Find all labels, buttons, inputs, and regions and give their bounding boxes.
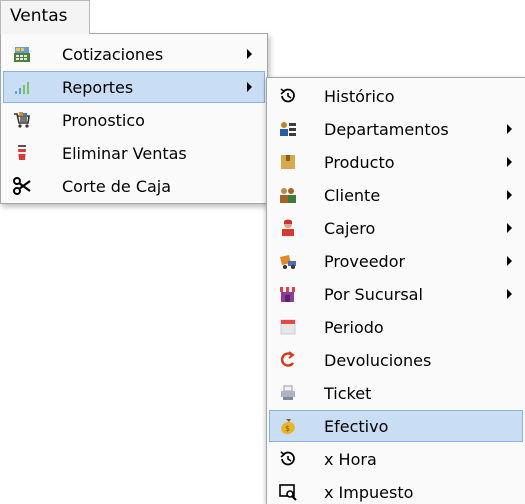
cash-register-icon — [4, 44, 40, 64]
submenu-arrow-icon — [507, 223, 512, 233]
submenu-item-label: Cliente — [324, 185, 381, 205]
menu-item-pronostico[interactable]: Pronostico — [3, 104, 265, 136]
submenu-item-x-hora[interactable]: x Hora — [269, 443, 523, 475]
submenu-item-label: Producto — [324, 152, 395, 172]
menu-ventas-label: Ventas — [10, 6, 68, 26]
submenu-item-label: Departamentos — [324, 119, 449, 139]
departments-icon — [270, 119, 306, 139]
menu-item-eliminar-ventas[interactable]: Eliminar Ventas — [3, 137, 265, 169]
submenu-item-cajero[interactable]: Cajero — [269, 212, 523, 244]
calendar-icon — [270, 317, 306, 337]
submenu-item-label: Por Sucursal — [324, 284, 423, 304]
submenu-arrow-icon — [507, 190, 512, 200]
menu-item-label: Cotizaciones — [62, 44, 164, 64]
submenu-item-efectivo[interactable]: $ Efectivo — [269, 410, 523, 442]
product-box-icon — [270, 152, 306, 172]
shopping-cart-icon — [4, 110, 40, 130]
submenu-item-por-sucursal[interactable]: Por Sucursal — [269, 278, 523, 310]
submenu-arrow-icon — [507, 157, 512, 167]
scissors-icon — [4, 176, 40, 196]
submenu-arrow-icon — [247, 82, 252, 92]
cup-delete-icon — [4, 143, 40, 163]
submenu-item-ticket[interactable]: Ticket — [269, 377, 523, 409]
submenu-item-historico[interactable]: Histórico — [269, 80, 523, 112]
ventas-dropdown-menu: Cotizaciones Reportes Pronostico Elimina… — [0, 33, 268, 204]
store-icon — [270, 284, 306, 304]
money-bag-icon: $ — [270, 416, 306, 436]
submenu-item-label: x Hora — [324, 449, 377, 469]
submenu-arrow-icon — [507, 289, 512, 299]
submenu-item-label: Cajero — [324, 218, 376, 238]
clients-icon — [270, 185, 306, 205]
menu-item-label: Eliminar Ventas — [62, 143, 187, 163]
submenu-item-label: Devoluciones — [324, 350, 432, 370]
submenu-arrow-icon — [507, 256, 512, 266]
submenu-item-cliente[interactable]: Cliente — [269, 179, 523, 211]
receipt-printer-icon — [270, 383, 306, 403]
reportes-submenu: Histórico Departamentos Producto Cliente… — [266, 77, 525, 504]
submenu-arrow-icon — [507, 124, 512, 134]
cashier-icon — [270, 218, 306, 238]
return-arrow-icon — [270, 350, 306, 370]
submenu-item-label: Histórico — [324, 86, 395, 106]
submenu-item-label: Periodo — [324, 317, 384, 337]
context-menu-stage: Ventas Cotizaciones Reportes Pronostico … — [0, 0, 525, 504]
submenu-item-producto[interactable]: Producto — [269, 146, 523, 178]
menu-item-label: Reportes — [62, 77, 134, 97]
submenu-item-devoluciones[interactable]: Devoluciones — [269, 344, 523, 376]
menu-item-reportes[interactable]: Reportes — [3, 71, 265, 103]
submenu-item-proveedor[interactable]: Proveedor — [269, 245, 523, 277]
menu-item-label: Corte de Caja — [62, 176, 172, 196]
submenu-item-label: Efectivo — [324, 416, 389, 436]
tax-search-icon — [270, 482, 306, 502]
submenu-item-departamentos[interactable]: Departamentos — [269, 113, 523, 145]
submenu-item-periodo[interactable]: Periodo — [269, 311, 523, 343]
history-icon — [270, 86, 306, 106]
menu-item-cotizaciones[interactable]: Cotizaciones — [3, 38, 265, 70]
menu-item-label: Pronostico — [62, 110, 145, 130]
menu-ventas[interactable]: Ventas — [0, 0, 90, 34]
submenu-arrow-icon — [247, 49, 252, 59]
svg-text:$: $ — [285, 424, 290, 433]
submenu-item-label: x Impuesto — [324, 482, 414, 502]
submenu-item-label: Ticket — [324, 383, 372, 403]
delivery-truck-icon — [270, 251, 306, 271]
submenu-item-label: Proveedor — [324, 251, 406, 271]
menu-item-corte-de-caja[interactable]: Corte de Caja — [3, 170, 265, 202]
history-icon — [270, 449, 306, 469]
bar-chart-icon — [4, 77, 40, 97]
submenu-item-x-impuesto[interactable]: x Impuesto — [269, 476, 523, 504]
